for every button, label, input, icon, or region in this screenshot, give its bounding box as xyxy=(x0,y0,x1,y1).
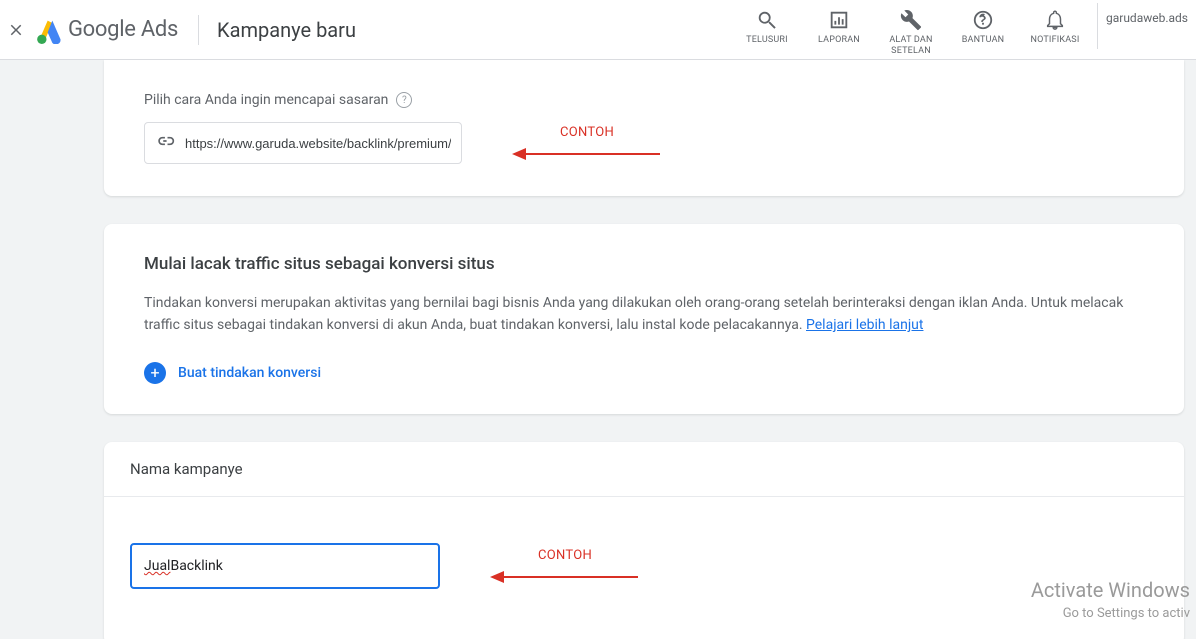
example-annotation: CONTOH xyxy=(490,548,640,585)
website-url-input[interactable] xyxy=(185,136,451,151)
page-title: Kampanye baru xyxy=(217,18,356,42)
goal-label: Pilih cara Anda ingin mencapai sasaran xyxy=(144,92,388,108)
input-word-2: Backlink xyxy=(170,558,222,574)
example-label: CONTOH xyxy=(560,125,614,140)
example-label: CONTOH xyxy=(538,548,592,563)
logo-text-google: Google xyxy=(68,17,136,42)
conversion-paragraph: Tindakan konversi merupakan aktivitas ya… xyxy=(144,292,1144,336)
conversion-tracking-card: Mulai lacak traffic situs sebagai konver… xyxy=(104,224,1184,414)
plus-icon: + xyxy=(144,362,166,384)
example-annotation: CONTOH xyxy=(512,125,662,162)
google-ads-logo: Google Ads xyxy=(36,16,178,44)
goal-label-row: Pilih cara Anda ingin mencapai sasaran ? xyxy=(144,92,1144,108)
search-icon xyxy=(756,9,778,31)
search-tool[interactable]: TELUSURI xyxy=(731,3,803,46)
notifications-tool[interactable]: NOTIFIKASI xyxy=(1019,3,1091,46)
link-icon xyxy=(155,131,175,156)
help-label: BANTUAN xyxy=(962,35,1005,46)
wrench-icon xyxy=(900,9,922,31)
help-icon[interactable]: ? xyxy=(396,92,412,108)
reports-tool[interactable]: LAPORAN xyxy=(803,3,875,46)
notifications-label: NOTIFIKASI xyxy=(1030,35,1079,46)
conversion-heading: Mulai lacak traffic situs sebagai konver… xyxy=(144,254,1144,274)
campaign-name-heading: Nama kampanye xyxy=(104,442,1184,497)
account-email[interactable]: garudaweb.ads xyxy=(1104,3,1188,25)
create-conversion-button[interactable]: + Buat tindakan konversi xyxy=(144,362,1144,384)
campaign-name-input[interactable]: Jual Backlink xyxy=(130,543,440,589)
app-header: Google Ads Kampanye baru TELUSURI LAPORA… xyxy=(0,0,1196,60)
header-tools: TELUSURI LAPORAN ALAT DAN SETELAN BANTUA… xyxy=(731,3,1188,57)
help-tool[interactable]: BANTUAN xyxy=(947,3,1019,46)
close-icon[interactable] xyxy=(4,18,28,42)
ads-logo-icon xyxy=(36,16,64,44)
arrow-icon xyxy=(512,146,662,162)
search-label: TELUSURI xyxy=(746,35,788,46)
input-word-1: Jual xyxy=(144,558,170,574)
bell-icon xyxy=(1044,9,1066,31)
website-url-field[interactable] xyxy=(144,122,462,164)
arrow-icon xyxy=(490,569,640,585)
learn-more-link[interactable]: Pelajari lebih lanjut xyxy=(806,317,923,333)
campaign-name-card: Nama kampanye Jual Backlink CONTOH xyxy=(104,442,1184,639)
tools-settings-tool[interactable]: ALAT DAN SETELAN xyxy=(875,3,947,57)
reports-icon xyxy=(828,9,850,31)
logo-text-ads: Ads xyxy=(141,17,178,42)
reports-label: LAPORAN xyxy=(818,35,860,46)
divider xyxy=(1097,3,1098,49)
divider xyxy=(198,15,199,45)
tools-settings-label: ALAT DAN SETELAN xyxy=(875,35,947,57)
goal-reach-card: Pilih cara Anda ingin mencapai sasaran ?… xyxy=(104,60,1184,196)
create-conversion-label: Buat tindakan konversi xyxy=(178,365,321,381)
help-icon xyxy=(972,9,994,31)
main-content: Pilih cara Anda ingin mencapai sasaran ?… xyxy=(0,60,1196,639)
